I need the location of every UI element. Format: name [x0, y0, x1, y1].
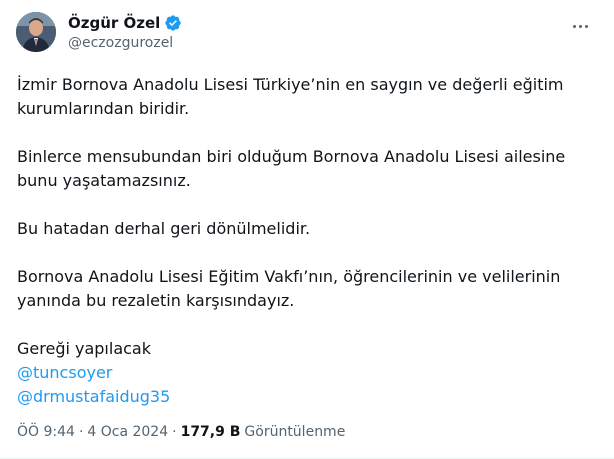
mention-link-tuncsoyer[interactable]: @tuncsoyer [17, 361, 592, 385]
name-row: Özgür Özel [68, 13, 182, 33]
tweet-paragraph: İzmir Bornova Anadolu Lisesi Türkiye’nin… [17, 75, 564, 118]
profile-photo-icon [16, 12, 56, 52]
verified-badge-icon [164, 14, 182, 32]
tweet-closing: Gereği yapılacak @tuncsoyer @drmustafaid… [17, 337, 592, 409]
display-name[interactable]: Özgür Özel [68, 14, 160, 32]
tweet-text: İzmir Bornova Anadolu Lisesi Türkiye’nin… [17, 73, 592, 409]
mention-link-drmustafaidug35[interactable]: @drmustafaidug35 [17, 385, 592, 409]
closing-text: Gereği yapılacak [17, 339, 151, 358]
tweet-time[interactable]: ÖÖ 9:44 [17, 424, 75, 440]
tweet-date[interactable]: 4 Oca 2024 [87, 424, 168, 440]
meta-separator: · [172, 424, 177, 440]
views-count: 177,9 B [180, 424, 241, 440]
tweet-card: Özgür Özel @eczozgurozel İzmir Bornova A… [0, 0, 614, 459]
tweet-header: Özgür Özel @eczozgurozel [16, 12, 598, 56]
more-options-button[interactable] [568, 16, 592, 36]
more-options-icon [571, 24, 589, 28]
tweet-paragraph: Bornova Anadolu Lisesi Eğitim Vakfı’nın,… [17, 267, 561, 310]
tweet-meta: ÖÖ 9:44 · 4 Oca 2024 · 177,9 B Görüntüle… [17, 422, 345, 442]
author-handle[interactable]: @eczozgurozel [68, 35, 173, 51]
tweet-paragraph: Binlerce mensubundan biri olduğum Bornov… [17, 147, 566, 190]
views-label: Görüntülenme [244, 424, 346, 440]
avatar[interactable] [16, 12, 56, 52]
tweet-paragraph: Bu hatadan derhal geri dönülmelidir. [17, 219, 311, 238]
meta-separator: · [78, 424, 84, 440]
